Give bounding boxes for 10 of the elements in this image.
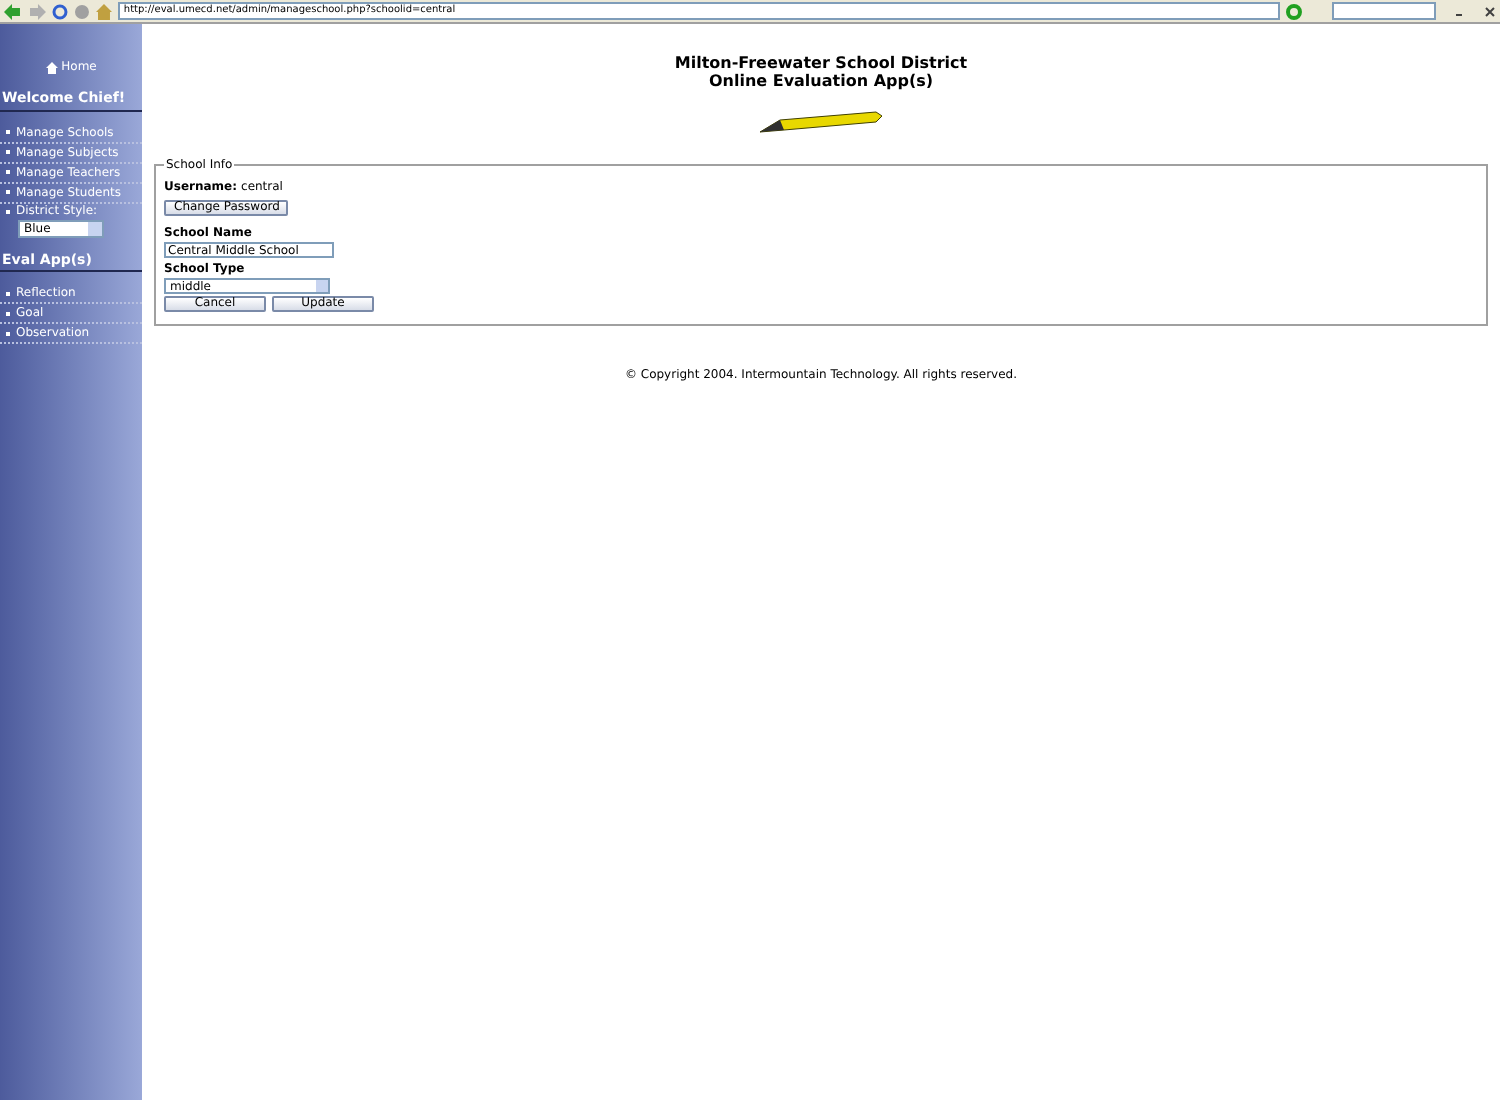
stop-icon[interactable] bbox=[73, 3, 90, 19]
close-icon[interactable] bbox=[1483, 5, 1496, 17]
page-title: Milton-Freewater School District Online Evaluation App(s) bbox=[674, 54, 968, 90]
home-icon bbox=[45, 61, 58, 73]
search-field[interactable] bbox=[1332, 2, 1436, 20]
refresh-icon[interactable] bbox=[51, 3, 68, 19]
home-icon[interactable] bbox=[95, 3, 112, 19]
back-icon[interactable] bbox=[4, 3, 22, 19]
go-icon[interactable] bbox=[1286, 3, 1303, 19]
pencil-icon bbox=[759, 108, 883, 136]
